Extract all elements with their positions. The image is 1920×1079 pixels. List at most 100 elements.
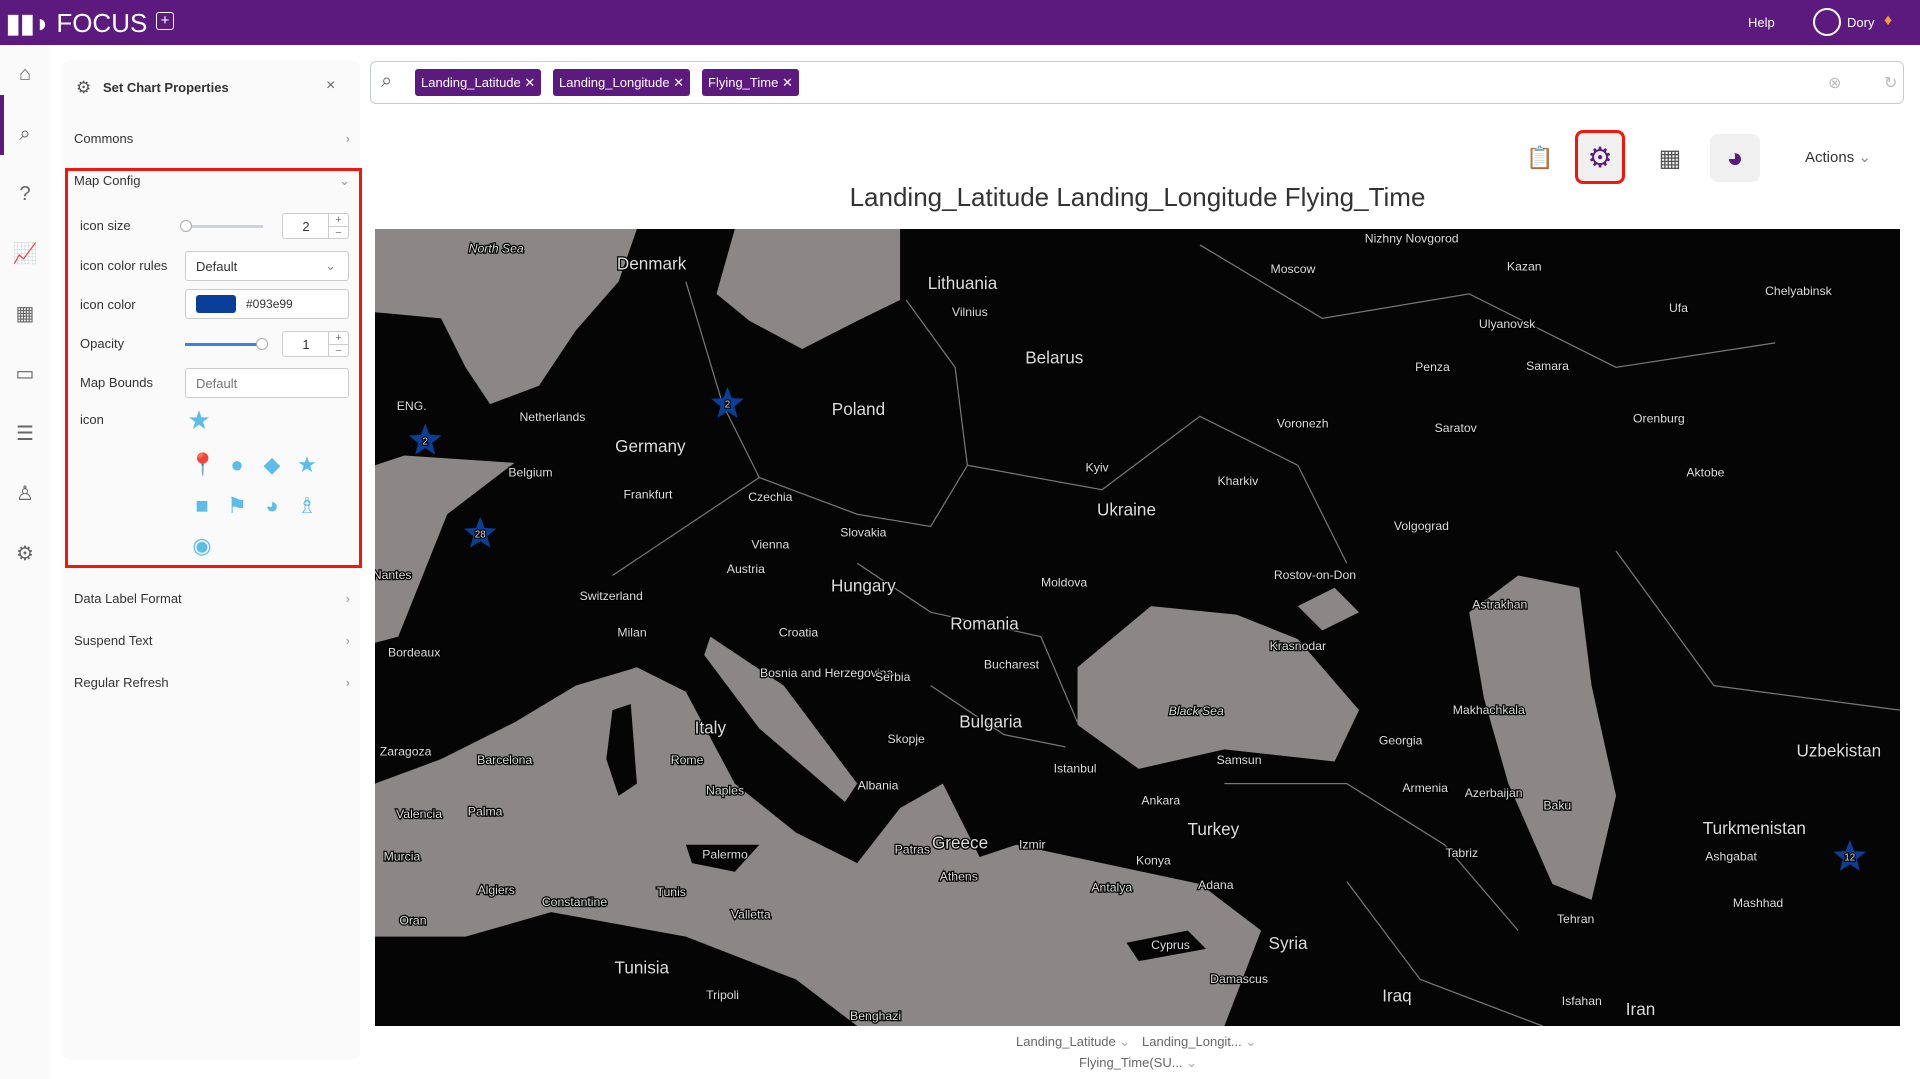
- map-label: Algiers: [477, 883, 514, 897]
- decrement-button[interactable]: −: [328, 344, 348, 357]
- map-label: Lithuania: [928, 273, 998, 293]
- map-label: Ankara: [1141, 793, 1180, 807]
- presentation-icon[interactable]: 📈: [12, 241, 38, 267]
- refresh-icon[interactable]: ↻: [1884, 73, 1897, 93]
- map-label: Tunis: [656, 885, 685, 899]
- help-link[interactable]: Help: [1748, 15, 1775, 30]
- diamond-icon[interactable]: ◆: [259, 452, 285, 478]
- home-icon[interactable]: ⌂: [12, 61, 38, 87]
- star-icon[interactable]: ★: [294, 452, 320, 478]
- chart-title: Landing_Latitude Landing_Longitude Flyin…: [849, 182, 1426, 212]
- icon-color-rules-label: icon color rules: [80, 258, 168, 273]
- map-label: Vienna: [751, 538, 789, 552]
- map-label: Valletta: [731, 907, 771, 921]
- map-label: Constantine: [542, 895, 607, 909]
- map-label: Nantes: [375, 568, 412, 582]
- legend-item-latitude[interactable]: Landing_Latitude ⌄: [1016, 1034, 1130, 1050]
- section-regular-refresh[interactable]: Regular Refresh ›: [74, 675, 350, 690]
- close-icon[interactable]: ×: [326, 77, 335, 95]
- search-bar[interactable]: ⌕ Landing_Latitude ✕ Landing_Longitude ✕…: [370, 61, 1904, 104]
- map-label: Greece: [932, 832, 988, 852]
- settings-icon[interactable]: ⚙: [12, 541, 38, 567]
- increment-button[interactable]: +: [328, 214, 348, 226]
- section-data-label-format[interactable]: Data Label Format ›: [74, 591, 350, 606]
- map-label: Tehran: [1557, 912, 1595, 926]
- map-label: Frankfurt: [623, 487, 673, 501]
- search-chip[interactable]: Landing_Longitude ✕: [553, 69, 691, 96]
- clear-icon[interactable]: ⊗: [1828, 73, 1841, 93]
- map-label: Bordeaux: [388, 645, 440, 659]
- chevron-right-icon: ›: [345, 633, 350, 648]
- flag-icon[interactable]: ⚑: [224, 493, 250, 519]
- map-chart[interactable]: North Sea Denmark Lithuania Vilnius Belarus P…: [372, 229, 1901, 1027]
- search-chip[interactable]: Landing_Latitude ✕: [415, 69, 542, 96]
- slider-handle[interactable]: [180, 220, 192, 232]
- search-chip[interactable]: Flying_Time ✕: [702, 69, 799, 96]
- map-label: Italy: [695, 717, 727, 737]
- logo[interactable]: ▮▮◗ FOCUS: [6, 8, 147, 39]
- icon-size-stepper[interactable]: 2 + −: [282, 213, 349, 239]
- map-label: Tripoli: [706, 988, 739, 1002]
- map-label: Germany: [615, 436, 686, 456]
- user-icon[interactable]: ♙: [12, 481, 38, 507]
- map-label: Bucharest: [984, 658, 1040, 672]
- active-indicator: [0, 95, 4, 155]
- icon-color-rules-select[interactable]: Default ⌄: [185, 251, 349, 281]
- chevron-right-icon: ›: [345, 591, 350, 606]
- history-clipboard-button[interactable]: 📋: [1515, 134, 1565, 182]
- icon-size-slider[interactable]: [185, 225, 263, 228]
- decrement-button[interactable]: −: [328, 226, 348, 239]
- map-label: Ulyanovsk: [1479, 317, 1536, 331]
- map-label: Patras: [895, 842, 930, 856]
- opacity-slider[interactable]: [185, 343, 263, 346]
- map-label: ENG.: [397, 399, 427, 413]
- map-label: Kazan: [1507, 260, 1542, 274]
- square-icon[interactable]: ■: [189, 493, 215, 519]
- map-marker[interactable]: 12: [1833, 839, 1867, 871]
- new-tab-button[interactable]: +: [156, 12, 174, 30]
- table-icon[interactable]: ▦: [12, 301, 38, 327]
- increment-button[interactable]: +: [328, 332, 348, 344]
- map-label: Aktobe: [1686, 465, 1724, 479]
- map-bounds-input[interactable]: [185, 368, 349, 398]
- map-marker[interactable]: 28: [463, 516, 497, 548]
- map-label: Palma: [468, 804, 503, 818]
- chart-type-button[interactable]: ◕: [1710, 134, 1760, 182]
- map-svg[interactable]: North Sea Denmark Lithuania Vilnius Belarus P…: [372, 229, 1901, 1027]
- map-marker[interactable]: 2: [408, 423, 442, 455]
- satellite-dish-icon[interactable]: ◕: [259, 493, 285, 519]
- map-label: Bulgaria: [959, 711, 1022, 731]
- user-name[interactable]: Dory: [1847, 15, 1874, 30]
- opacity-stepper[interactable]: 1 + −: [282, 331, 349, 357]
- panel-title: Set Chart Properties: [103, 80, 229, 95]
- chart-settings-button[interactable]: ⚙: [1575, 130, 1625, 184]
- slider-handle[interactable]: [256, 338, 268, 350]
- map-label: Romania: [950, 613, 1019, 633]
- map-label: Tunisia: [615, 957, 670, 977]
- map-label: Orenburg: [1633, 411, 1685, 425]
- search-icon: ⌕: [381, 70, 393, 92]
- folder-icon[interactable]: ▭: [12, 361, 38, 387]
- circle-icon[interactable]: ●: [224, 452, 250, 478]
- map-label: Voronezh: [1277, 416, 1329, 430]
- table-view-button[interactable]: ▦: [1645, 134, 1695, 182]
- section-commons[interactable]: Commons ›: [74, 131, 350, 146]
- tower-icon[interactable]: ♗: [294, 493, 320, 519]
- legend-item-flying-time[interactable]: Flying_Time(SU... ⌄: [1079, 1055, 1197, 1071]
- map-label: Mashhad: [1733, 896, 1784, 910]
- badge-icon[interactable]: ◉: [189, 533, 215, 559]
- map-label: Hungary: [831, 575, 896, 595]
- search-icon[interactable]: ⌕: [12, 121, 38, 147]
- icon-size-label: icon size: [80, 218, 131, 233]
- user-avatar-icon[interactable]: [1813, 8, 1841, 36]
- map-label: Valencia: [396, 807, 442, 821]
- map-pin-icon[interactable]: 📍: [189, 452, 216, 478]
- map-label: Kyiv: [1086, 460, 1110, 474]
- icon-color-picker[interactable]: #093e99: [185, 289, 349, 319]
- map-label: Athens: [940, 869, 978, 883]
- section-suspend-text[interactable]: Suspend Text ›: [74, 633, 350, 648]
- help-icon[interactable]: ?: [12, 181, 38, 207]
- legend-item-longitude[interactable]: Landing_Longit... ⌄: [1142, 1034, 1256, 1050]
- actions-dropdown[interactable]: Actions ⌄: [1805, 148, 1871, 166]
- task-settings-icon[interactable]: ☰: [12, 421, 38, 447]
